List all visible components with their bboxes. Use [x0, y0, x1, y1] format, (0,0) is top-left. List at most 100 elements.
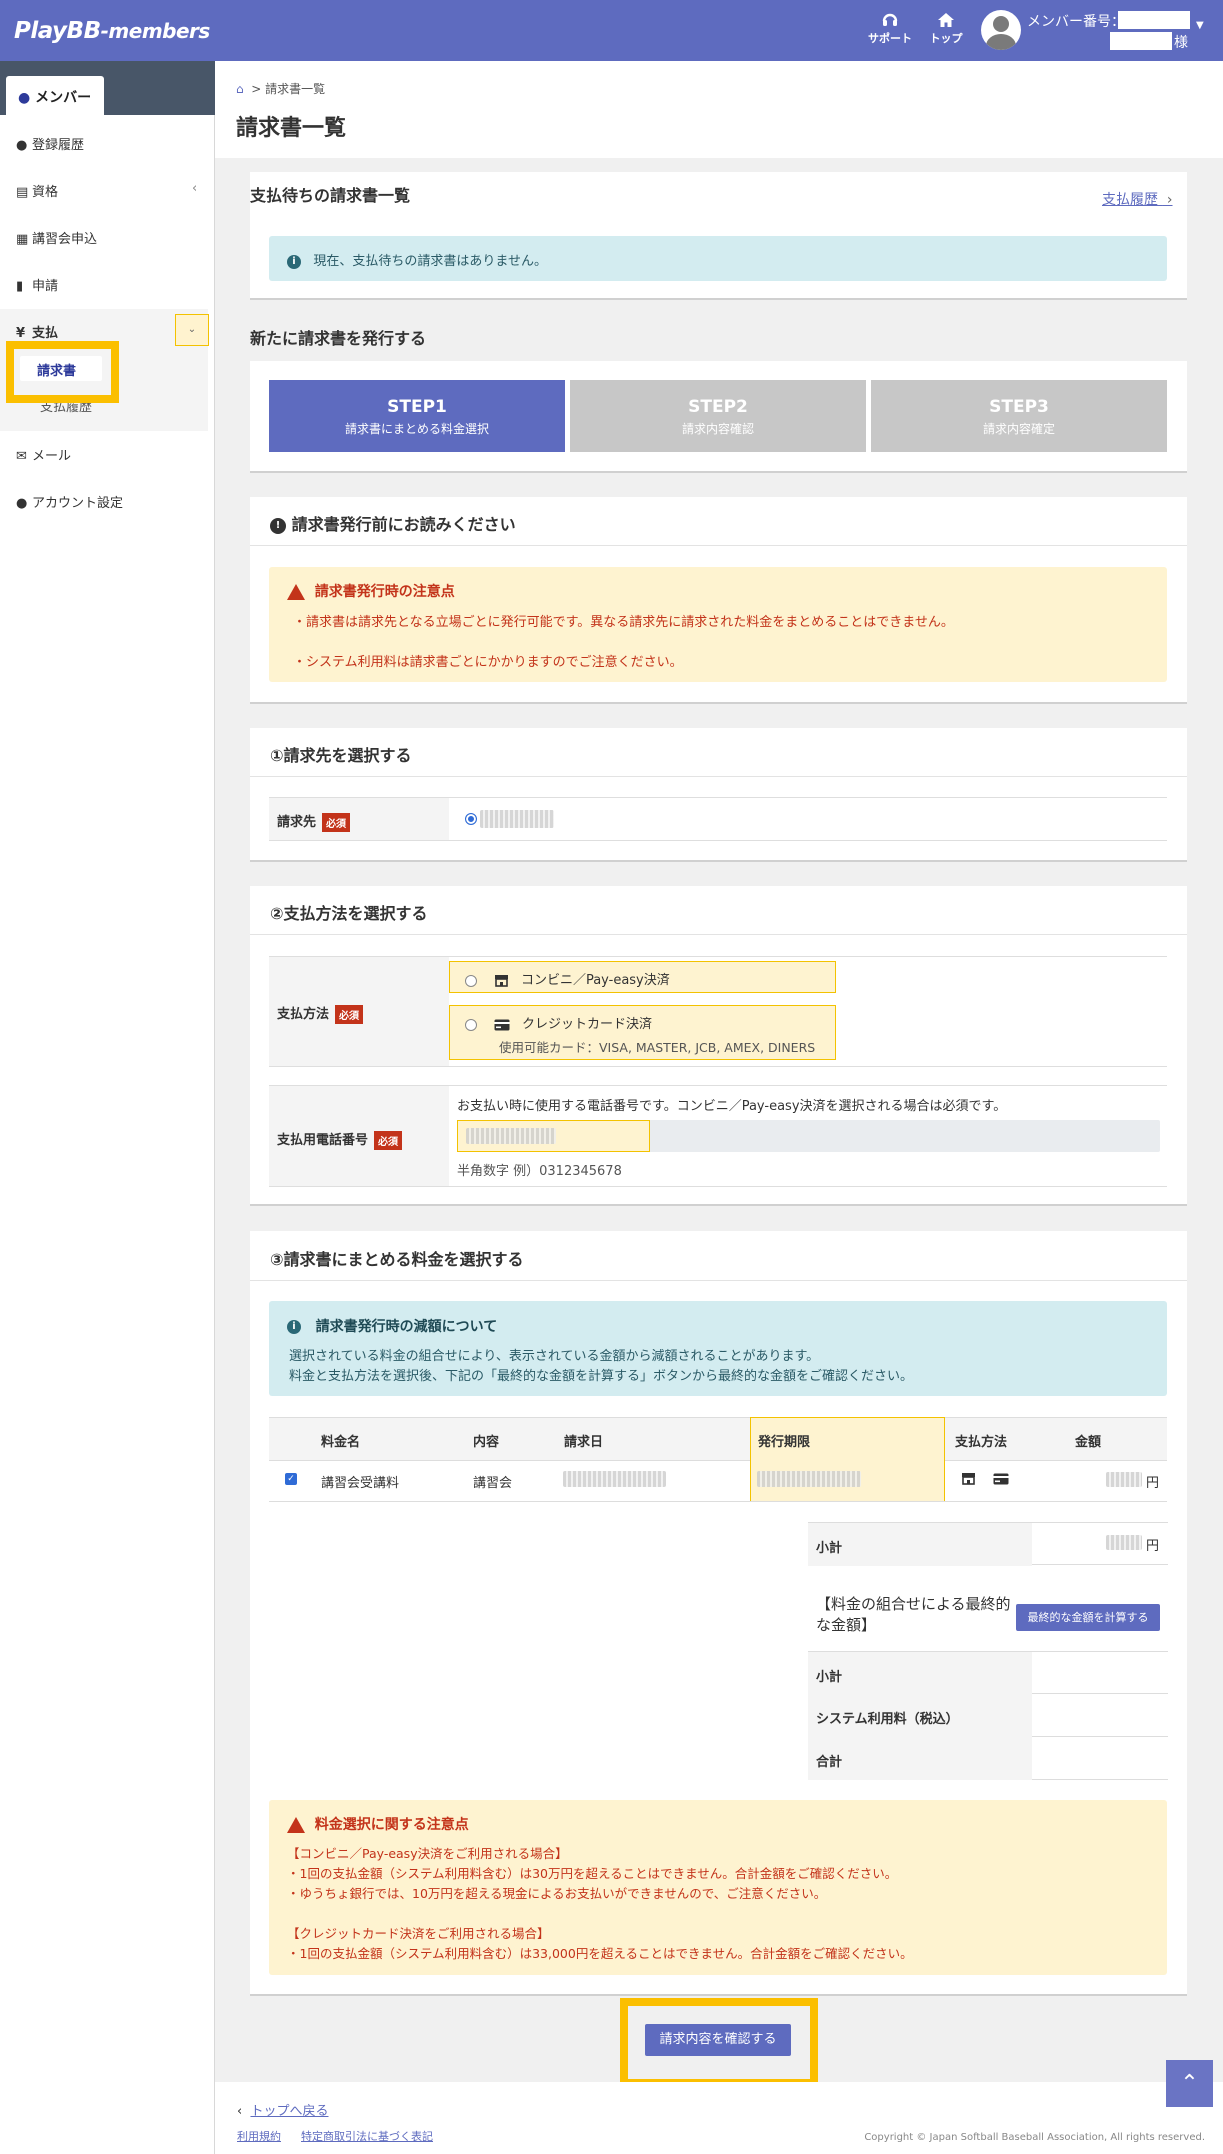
footer: ‹ トップへ戻る 利用規約 特定商取引法に基づく表記 Copyright © J…: [215, 2082, 1223, 2154]
billing-target-radio[interactable]: [465, 811, 477, 826]
payment-option-credit[interactable]: クレジットカード決済 使用可能カード：VISA, MASTER, JCB, AM…: [449, 1005, 836, 1060]
fee-warning-title: 料金選択に関する注意点: [287, 1814, 469, 1834]
sidebar-item-seminar[interactable]: ▦ 講習会申込: [16, 228, 97, 247]
chevron-down-icon: ⌄: [187, 324, 197, 335]
divider: [250, 545, 1187, 546]
chevron-left-icon: ‹: [237, 2104, 243, 2119]
phone-note: お支払い時に使用する電話番号です。コンビニ／Pay-easy決済を選択される場合…: [457, 1099, 1007, 1114]
divider: [250, 1280, 1187, 1281]
sidebar-item-application[interactable]: ▮ 申請: [16, 275, 58, 294]
caret-down-icon[interactable]: ▼: [1196, 20, 1204, 31]
new-invoice-title: 新たに請求書を発行する: [250, 329, 427, 348]
sidebar-item-mail[interactable]: ✉ メール: [16, 445, 71, 464]
avatar[interactable]: [981, 10, 1021, 50]
card-note: 使用可能カード：VISA, MASTER, JCB, AMEX, DINERS: [499, 1040, 816, 1055]
fee-row-yen: 円: [1146, 1476, 1160, 1491]
headset-icon: [882, 13, 898, 26]
final-subtotal-row: 小計: [808, 1651, 1168, 1695]
divider: [269, 1186, 1167, 1187]
top-header: PlayBB-members サポート トップ メンバー番号： 様 ▼: [0, 0, 1223, 61]
top-link[interactable]: トップ: [921, 10, 971, 46]
info-icon: i: [287, 1320, 301, 1334]
scroll-top-button[interactable]: ⌃: [1166, 2060, 1213, 2107]
member-number-mask: [1118, 11, 1190, 29]
radio-convenience[interactable]: [465, 974, 477, 987]
logo[interactable]: PlayBB-members: [14, 18, 210, 44]
col-billing-date: 請求日: [564, 1435, 604, 1450]
divider: [269, 1066, 1167, 1067]
section2-title: ②支払方法を選択する: [270, 904, 428, 923]
radio-credit[interactable]: [465, 1018, 477, 1031]
step-1: STEP1 請求書にまとめる料金選択: [269, 380, 565, 452]
pending-title: 支払待ちの請求書一覧: [250, 186, 411, 205]
chevron-left-icon[interactable]: ‹: [192, 181, 197, 196]
user-gear-icon: ●: [16, 496, 28, 511]
user-icon: ●: [18, 90, 31, 106]
file-icon: ▮: [16, 279, 24, 294]
notice-line: ・システム利用料は請求書ごとにかかりますのでご注意ください。: [293, 655, 683, 670]
fee-row-checkbox[interactable]: ✓: [285, 1473, 297, 1485]
divider: [250, 776, 1187, 777]
divider: [250, 934, 1187, 935]
phone-masked: [466, 1128, 556, 1144]
credit-card-icon: [494, 1019, 510, 1030]
home-icon: [938, 13, 954, 27]
breadcrumb: ⌂ > 請求書一覧: [236, 82, 326, 96]
copyright: Copyright © Japan Softball Baseball Asso…: [864, 2132, 1205, 2143]
presentation-icon: ▦: [16, 232, 29, 247]
notice-line: ・請求書は請求先となる立場ごとに発行可能です。異なる請求先に請求された料金をまと…: [293, 615, 954, 630]
notice-title: ! 請求書発行前にお読みください: [270, 511, 516, 535]
envelope-icon: ✉: [16, 449, 27, 464]
fee-row-content: 講習会: [473, 1476, 513, 1491]
calculate-final-button[interactable]: 最終的な金額を計算する: [1016, 1604, 1160, 1631]
warning-icon: [287, 1817, 305, 1833]
user-icon: ●: [16, 138, 28, 153]
fee-row-amount-masked: [1106, 1472, 1142, 1487]
system-fee-row: システム利用料（税込）: [808, 1694, 1168, 1737]
warning-icon: [287, 584, 305, 600]
phone-label: 支払用電話番号 必須: [269, 1086, 449, 1186]
commercial-law-link[interactable]: 特定商取引法に基づく表記: [301, 2128, 433, 2144]
credit-card-icon: [993, 1473, 1009, 1485]
chevron-up-icon: ⌃: [1180, 2071, 1199, 2096]
divider: [269, 840, 1167, 841]
honorific: 様: [1174, 35, 1188, 51]
yen-icon: ¥: [16, 326, 26, 341]
col-fee-name: 料金名: [321, 1435, 361, 1450]
col-content: 内容: [473, 1435, 500, 1450]
reduction-info-line: 選択されている料金の組合せにより、表示されている金額から減額されることがあります…: [289, 1349, 820, 1364]
payment-option-convenience[interactable]: コンビニ／Pay-easy決済: [449, 961, 836, 993]
phone-hint: 半角数字 例）0312345678: [457, 1164, 622, 1179]
payment-toggle-button[interactable]: ⌄: [175, 314, 209, 346]
sidebar-item-account[interactable]: ● アカウント設定: [16, 492, 123, 511]
payment-method-label: 支払方法 必須: [269, 957, 449, 1066]
info-icon: i: [287, 254, 301, 269]
fee-row-deadline-masked: [757, 1471, 861, 1487]
billing-target-label: 請求先 必須: [269, 798, 449, 840]
home-icon[interactable]: ⌂: [236, 82, 244, 96]
back-to-top-link[interactable]: ‹ トップへ戻る: [237, 2100, 328, 2119]
sidebar-item-qualification[interactable]: ▤ 資格: [16, 181, 58, 200]
reduction-info-box: i 請求書発行時の減額について 選択されている料金の組合せにより、表示されている…: [269, 1301, 1167, 1396]
divider: [269, 1501, 1167, 1502]
col-amount: 金額: [1075, 1435, 1102, 1450]
fee-warning-box: 料金選択に関する注意点 【コンビニ／Pay-easy決済をご利用される場合】 ・…: [269, 1800, 1167, 1975]
section3-title: ③請求書にまとめる料金を選択する: [270, 1250, 524, 1269]
sidebar-item-payment[interactable]: ¥ 支払: [16, 322, 58, 341]
subtotal-amount-masked: [1106, 1535, 1142, 1550]
payment-history-link[interactable]: 支払履歴 ›: [1102, 189, 1173, 209]
sidebar-item-history[interactable]: ● 登録履歴: [16, 134, 84, 153]
confirm-invoice-button[interactable]: 請求内容を確認する: [645, 2024, 791, 2056]
fee-row-name: 講習会受講料: [321, 1476, 400, 1491]
sidebar-item-invoice[interactable]: 請求書: [20, 356, 102, 381]
step-3: STEP3 請求内容確定: [871, 380, 1167, 452]
chevron-right-icon: ›: [1162, 192, 1173, 208]
col-deadline: 発行期限: [758, 1435, 811, 1450]
subtotal-yen: 円: [1146, 1539, 1160, 1554]
billing-target-masked: [480, 810, 554, 828]
terms-link[interactable]: 利用規約: [237, 2128, 281, 2144]
col-payment-method: 支払方法: [955, 1435, 1008, 1450]
sidebar-tab-member[interactable]: ● メンバー: [6, 76, 104, 115]
total-row: 合計: [808, 1737, 1168, 1780]
support-link[interactable]: サポート: [865, 10, 915, 46]
